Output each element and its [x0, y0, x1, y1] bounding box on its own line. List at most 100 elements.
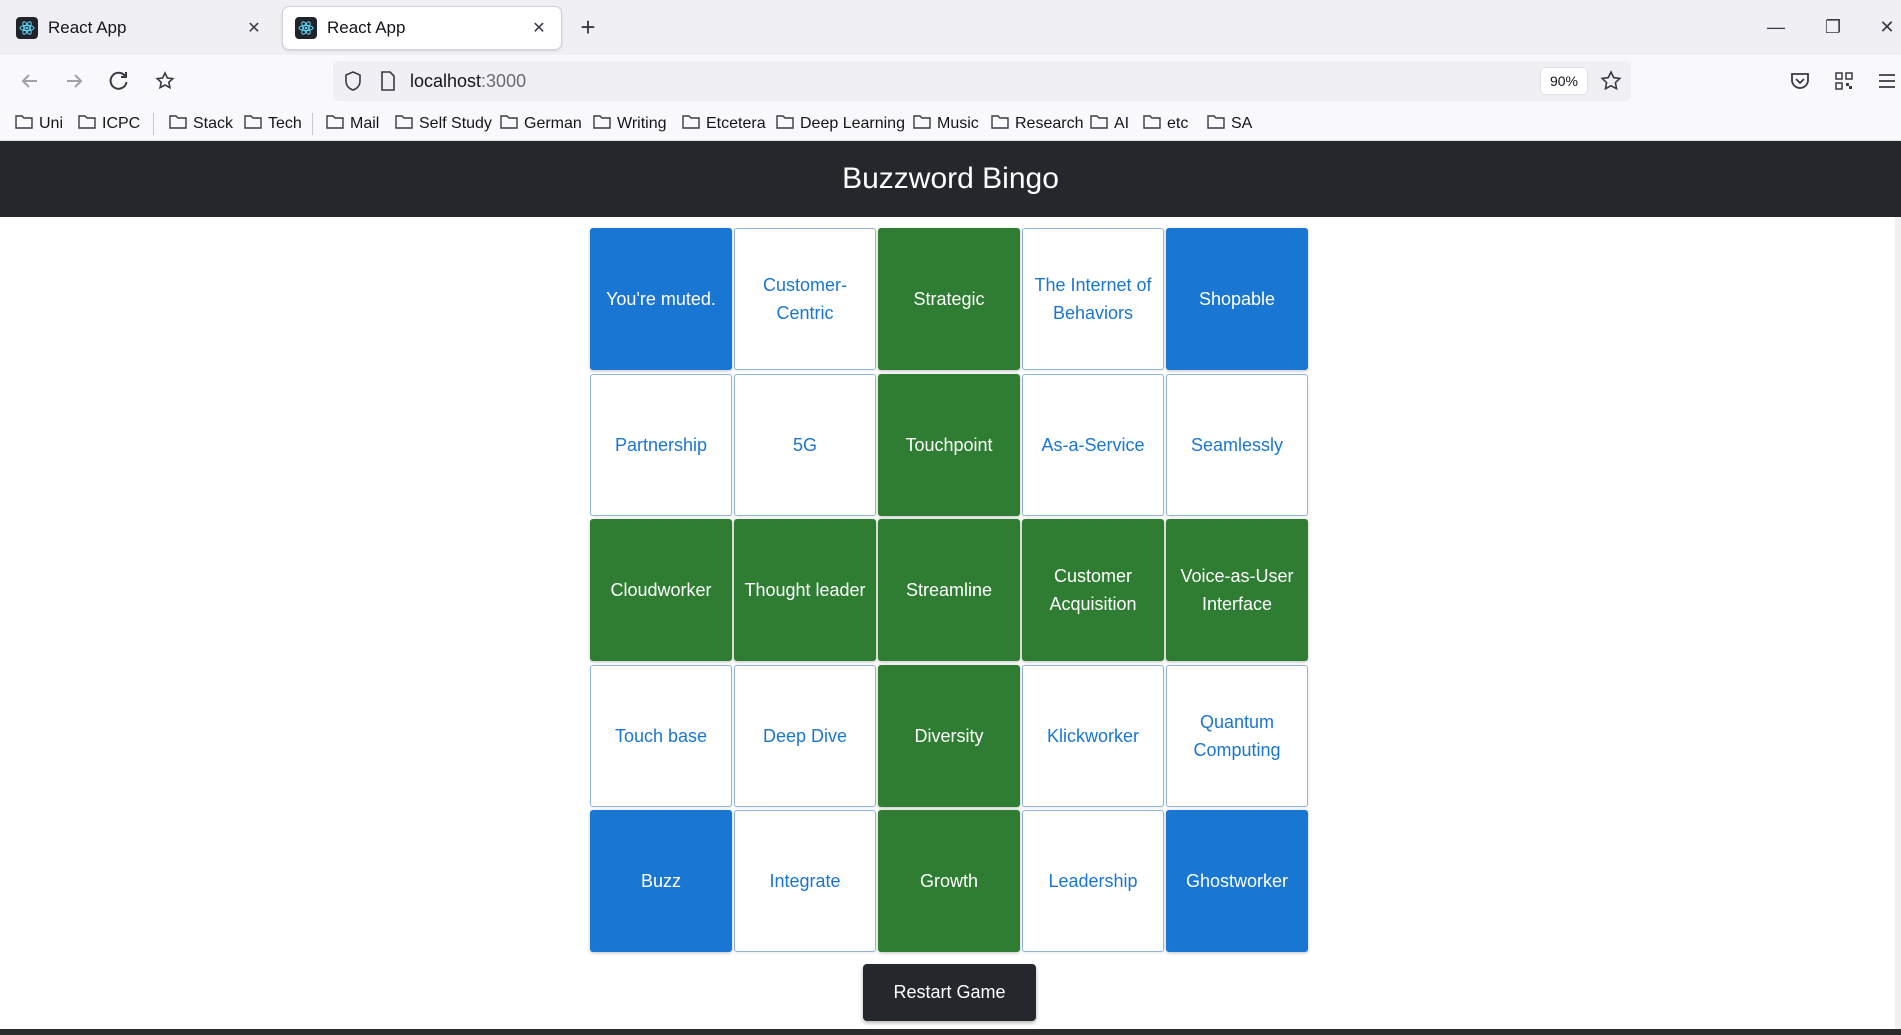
bingo-cell[interactable]: Partnership	[590, 373, 732, 516]
bingo-cell[interactable]: The Internet of Behaviors	[1022, 228, 1164, 370]
bingo-cell-label: Streamline	[905, 580, 993, 600]
bookmark-folder-research[interactable]: Research	[991, 112, 1083, 136]
bingo-cell[interactable]: Klickworker	[1022, 664, 1164, 807]
bingo-cell-label: Voice-as-User Interface	[1180, 566, 1294, 614]
tab-title: React App	[327, 18, 406, 37]
bookmark-separator	[153, 113, 154, 135]
bingo-cell-label: Diversity	[914, 725, 984, 746]
bingo-cell-label: Customer Acquisition	[1049, 566, 1137, 614]
bookmark-folder-tech[interactable]: Tech	[244, 112, 302, 136]
bingo-cell-label: Klickworker	[1046, 725, 1139, 746]
bingo-cell[interactable]: Seamlessly	[1166, 373, 1308, 516]
page-title: Buzzword Bingo	[842, 162, 1059, 195]
bingo-board: You're muted. Customer-Centric Strategic Th…	[590, 228, 1310, 952]
browser-tab-1[interactable]: React App ✕	[4, 7, 276, 49]
bingo-cell[interactable]: Voice-as-User Interface	[1166, 519, 1308, 661]
bookmark-folder-etc[interactable]: etc	[1143, 112, 1188, 136]
bingo-cell[interactable]: 5G	[734, 373, 876, 516]
bookmark-folder-uni[interactable]: Uni	[15, 112, 63, 136]
bookmark-folder-ai[interactable]: AI	[1090, 112, 1129, 136]
bookmark-folder-icpc[interactable]: ICPC	[78, 112, 140, 136]
bookmark-folder-german[interactable]: German	[500, 112, 582, 136]
bookmark-folder-etcetera[interactable]: Etcetera	[682, 112, 766, 136]
bingo-cell[interactable]: Streamline	[878, 519, 1020, 661]
bingo-cell[interactable]: As-a-Service	[1022, 373, 1164, 516]
bingo-cell-label: Thought leader	[744, 580, 866, 600]
menu-icon[interactable]	[1871, 65, 1901, 97]
page-icon	[372, 65, 404, 97]
bingo-cell[interactable]: Buzz	[590, 810, 732, 952]
react-logo-icon	[295, 17, 317, 39]
zoom-level[interactable]: 90%	[1541, 68, 1587, 94]
bingo-cell[interactable]: Strategic	[878, 228, 1020, 370]
folder-icon	[395, 114, 413, 134]
bookmark-folder-sa[interactable]: SA	[1207, 112, 1252, 136]
url-text[interactable]: localhost:3000	[410, 69, 526, 93]
folder-icon	[244, 114, 262, 134]
folder-icon	[78, 114, 96, 134]
bingo-cell[interactable]: Cloudworker	[590, 519, 732, 661]
bingo-cell-label: Cloudworker	[610, 580, 712, 600]
qr-code-icon[interactable]	[1828, 65, 1860, 97]
bingo-cell-label: Shopable	[1198, 289, 1276, 309]
bingo-cell-label: Leadership	[1048, 871, 1138, 891]
shield-icon[interactable]	[337, 65, 369, 97]
page-scrollbar[interactable]	[1895, 217, 1901, 1035]
bookmark-folder-music[interactable]: Music	[913, 112, 979, 136]
folder-icon	[1207, 114, 1225, 134]
bookmark-folder-stack[interactable]: Stack	[169, 112, 233, 136]
close-window-icon[interactable]: ✕	[1872, 12, 1901, 42]
forward-icon[interactable]	[58, 65, 90, 97]
restart-game-button[interactable]: Restart Game	[863, 964, 1036, 1021]
bingo-cell[interactable]: Thought leader	[734, 519, 876, 661]
folder-icon	[913, 114, 931, 134]
close-tab-icon[interactable]: ✕	[244, 18, 264, 38]
bingo-cell-label: Customer-Centric	[762, 275, 847, 323]
bookmark-folder-deep-learning[interactable]: Deep Learning	[776, 112, 905, 136]
bingo-cell[interactable]: Deep Dive	[734, 664, 876, 807]
reload-icon[interactable]	[103, 65, 135, 97]
bookmark-folder-self-study[interactable]: Self Study	[395, 112, 492, 136]
bingo-cell[interactable]: Customer-Centric	[734, 228, 876, 370]
folder-icon	[500, 114, 518, 134]
pocket-icon[interactable]	[1784, 65, 1816, 97]
bookmark-folder-mail[interactable]: Mail	[326, 112, 379, 136]
restore-icon[interactable]: ❐	[1818, 12, 1848, 42]
bingo-cell-label: Buzz	[640, 871, 682, 891]
star-icon[interactable]	[1595, 65, 1627, 97]
minimize-icon[interactable]: —	[1761, 12, 1791, 42]
folder-icon	[682, 114, 700, 134]
bingo-cell[interactable]: Shopable	[1166, 228, 1308, 370]
back-icon[interactable]	[14, 65, 46, 97]
bingo-cell[interactable]: Customer Acquisition	[1022, 519, 1164, 661]
new-tab-icon[interactable]: +	[574, 12, 602, 42]
bingo-cell[interactable]: Touch base	[590, 664, 732, 807]
folder-icon	[169, 114, 187, 134]
address-bar[interactable]	[333, 61, 1631, 101]
folder-icon	[326, 114, 344, 134]
bingo-cell-label: Seamlessly	[1190, 434, 1284, 455]
bingo-cell-label: Deep Dive	[762, 725, 848, 746]
bookmark-separator	[312, 113, 313, 135]
bookmark-folder-writing[interactable]: Writing	[593, 112, 667, 136]
bingo-cell-label: 5G	[792, 434, 817, 455]
bingo-cell-label: Touchpoint	[905, 434, 993, 455]
browser-tab-2[interactable]: React App ✕	[283, 7, 561, 49]
bingo-cell[interactable]: Growth	[878, 810, 1020, 952]
bingo-cell-label: Quantum Computing	[1193, 711, 1281, 760]
folder-icon	[1090, 114, 1108, 134]
bingo-cell[interactable]: Diversity	[878, 664, 1020, 807]
react-logo-icon	[16, 17, 38, 39]
app-header: Buzzword Bingo	[0, 141, 1901, 217]
bingo-cell[interactable]: Leadership	[1022, 810, 1164, 952]
tab-strip: React App ✕ React App ✕ + — ❐ ✕	[0, 0, 1901, 55]
tab-title: React App	[48, 18, 127, 37]
bingo-cell[interactable]: Integrate	[734, 810, 876, 952]
close-tab-icon[interactable]: ✕	[529, 18, 549, 38]
bingo-cell-label: Ghostworker	[1185, 871, 1289, 891]
bingo-cell[interactable]: Quantum Computing	[1166, 664, 1308, 807]
customize-icon[interactable]	[149, 65, 181, 97]
bingo-cell[interactable]: Touchpoint	[878, 373, 1020, 516]
bingo-cell[interactable]: Ghostworker	[1166, 810, 1308, 952]
bingo-cell[interactable]: You're muted.	[590, 228, 732, 370]
